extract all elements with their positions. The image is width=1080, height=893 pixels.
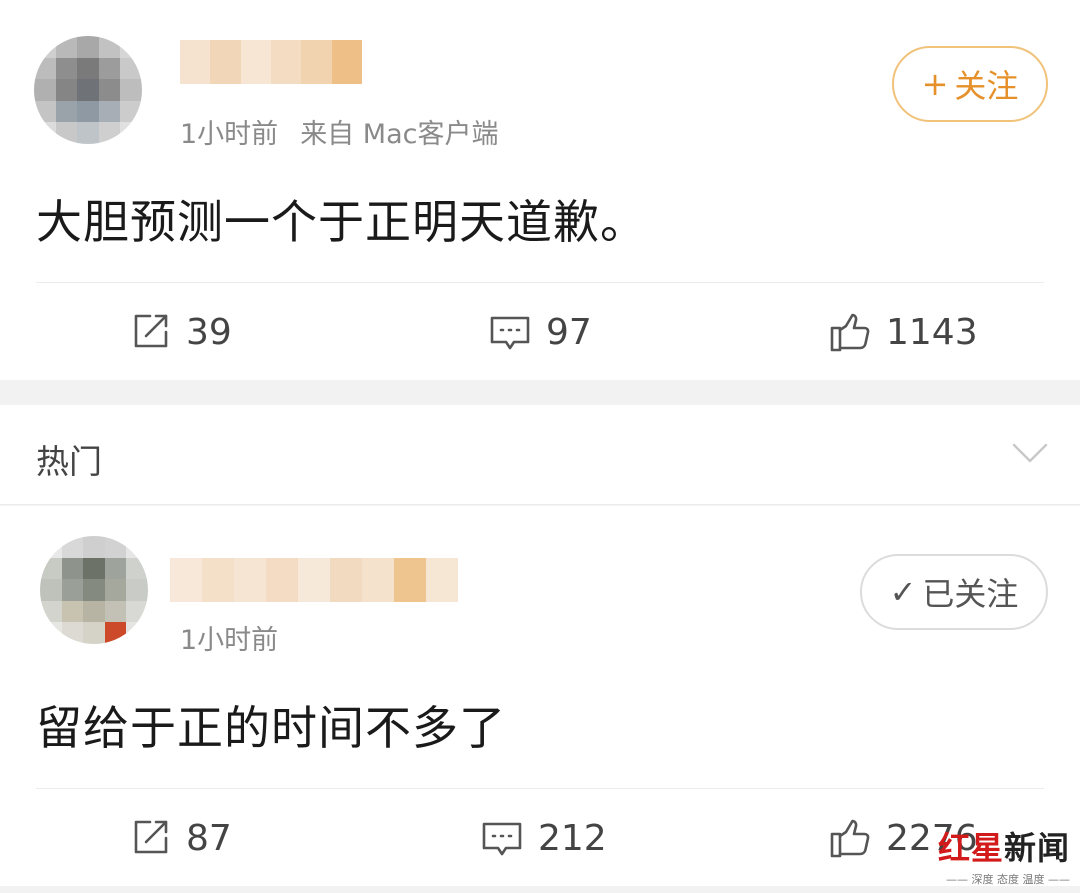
follow-button-label: 关注 [954,67,1019,105]
timestamp: 1小时前 [180,625,279,656]
post-text: 大胆预测一个于正明天道歉。 [36,195,647,249]
section-header[interactable]: 热门 [0,405,1080,505]
like-count: 1143 [886,311,978,353]
repost-count: 39 [186,311,232,353]
watermark-title-red: 红星 [937,829,1004,867]
action-bar: 87 212 2276 [0,808,1080,868]
repost-button[interactable]: 39 [128,302,232,362]
check-icon: ✓ [889,573,917,611]
post-meta: 1小时前 [180,618,278,657]
watermark-title: 红星新闻 [930,823,1070,869]
chevron-down-icon[interactable] [1012,441,1048,465]
divider [36,788,1044,789]
avatar[interactable] [34,36,142,144]
comment-count: 212 [538,817,607,859]
watermark-subtitle: —— 深度 态度 温度 —— [946,873,1070,886]
repost-count: 87 [186,817,232,859]
like-icon [830,819,870,858]
repost-icon [134,820,168,854]
comment-icon [482,822,522,856]
divider [36,282,1044,283]
username-blurred[interactable] [170,558,458,602]
repost-icon [134,314,168,348]
comment-button[interactable]: 97 [488,302,592,362]
follow-button[interactable]: + 关注 [892,46,1048,122]
comment-icon [490,316,530,350]
comment-count: 97 [546,311,592,353]
post-card: 1小时前 ✓ 已关注 留给于正的时间不多了 87 212 2276 [0,506,1080,886]
comment-button[interactable]: 212 [480,808,607,868]
post-source: 来自 Mac客户端 [300,119,499,150]
like-icon [830,313,870,352]
like-button[interactable]: 1143 [828,302,978,362]
section-label: 热门 [36,442,102,481]
watermark-title-black: 新闻 [1003,829,1070,867]
following-button[interactable]: ✓ 已关注 [860,554,1048,630]
timestamp: 1小时前 [180,119,279,150]
post-card: 1小时前 来自 Mac客户端 + 关注 大胆预测一个于正明天道歉。 39 97 11… [0,0,1080,380]
action-bar: 39 97 1143 [0,302,1080,362]
following-button-label: 已关注 [922,575,1019,613]
watermark-logo: 红星新闻 —— 深度 态度 温度 —— [930,823,1070,886]
repost-button[interactable]: 87 [128,808,232,868]
post-meta: 1小时前 来自 Mac客户端 [180,112,498,151]
avatar[interactable] [40,536,148,644]
post-text: 留给于正的时间不多了 [36,701,506,755]
username-blurred[interactable] [180,40,362,84]
plus-icon: + [921,65,949,103]
